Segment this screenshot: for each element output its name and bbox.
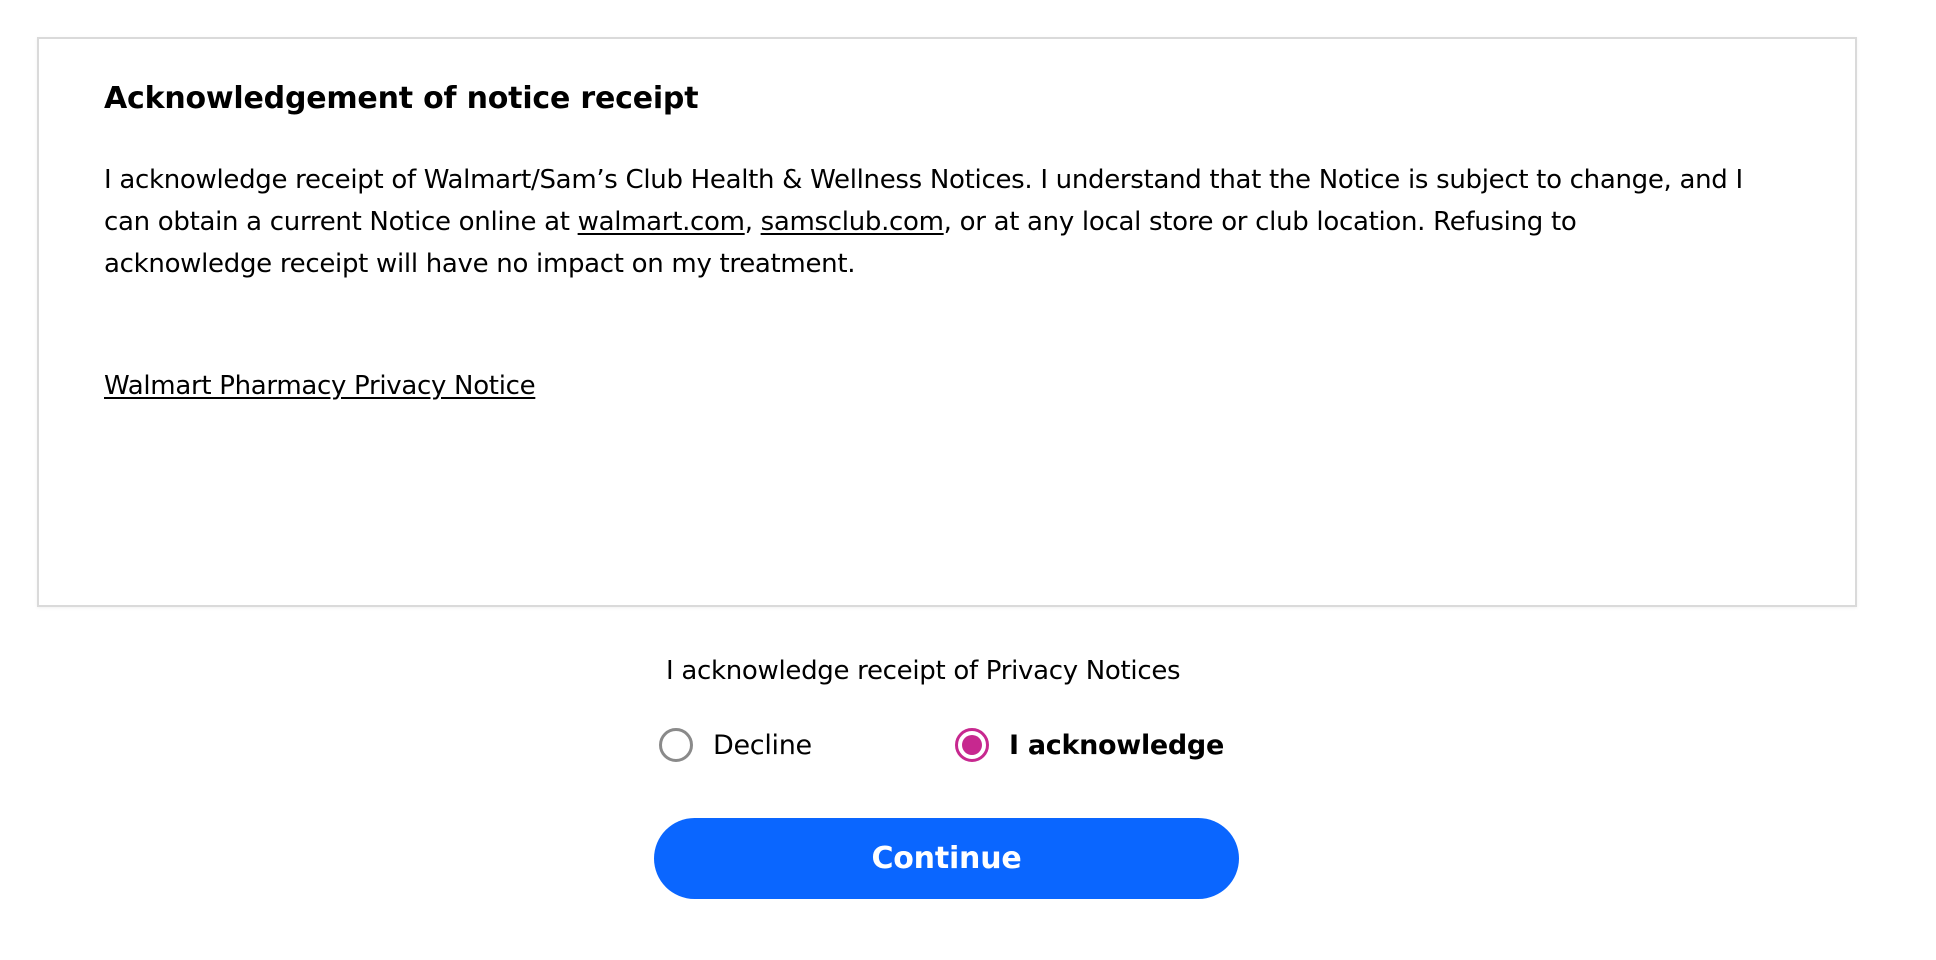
notice-body: I acknowledge receipt of Walmart/Sam’s C… — [104, 159, 1744, 285]
acknowledgement-question: I acknowledge receipt of Privacy Notices — [666, 656, 1181, 686]
decline-radio-option[interactable]: Decline — [659, 724, 812, 766]
decline-radio-button[interactable] — [659, 728, 693, 762]
acknowledge-radio-label[interactable]: I acknowledge — [1009, 730, 1224, 761]
samsclub-link[interactable]: samsclub.com — [761, 207, 944, 237]
walmart-link[interactable]: walmart.com — [578, 207, 745, 237]
radio-selected-dot — [962, 735, 982, 755]
notice-title: Acknowledgement of notice receipt — [104, 81, 699, 116]
notice-card: Acknowledgement of notice receipt I ackn… — [37, 37, 1857, 607]
acknowledge-radio-option[interactable]: I acknowledge — [955, 724, 1224, 766]
decline-radio-label[interactable]: Decline — [713, 730, 812, 761]
notice-body-separator: , — [744, 207, 761, 237]
continue-button[interactable]: Continue — [654, 818, 1239, 899]
privacy-notice-link[interactable]: Walmart Pharmacy Privacy Notice — [104, 365, 536, 407]
acknowledge-radio-button[interactable] — [955, 728, 989, 762]
